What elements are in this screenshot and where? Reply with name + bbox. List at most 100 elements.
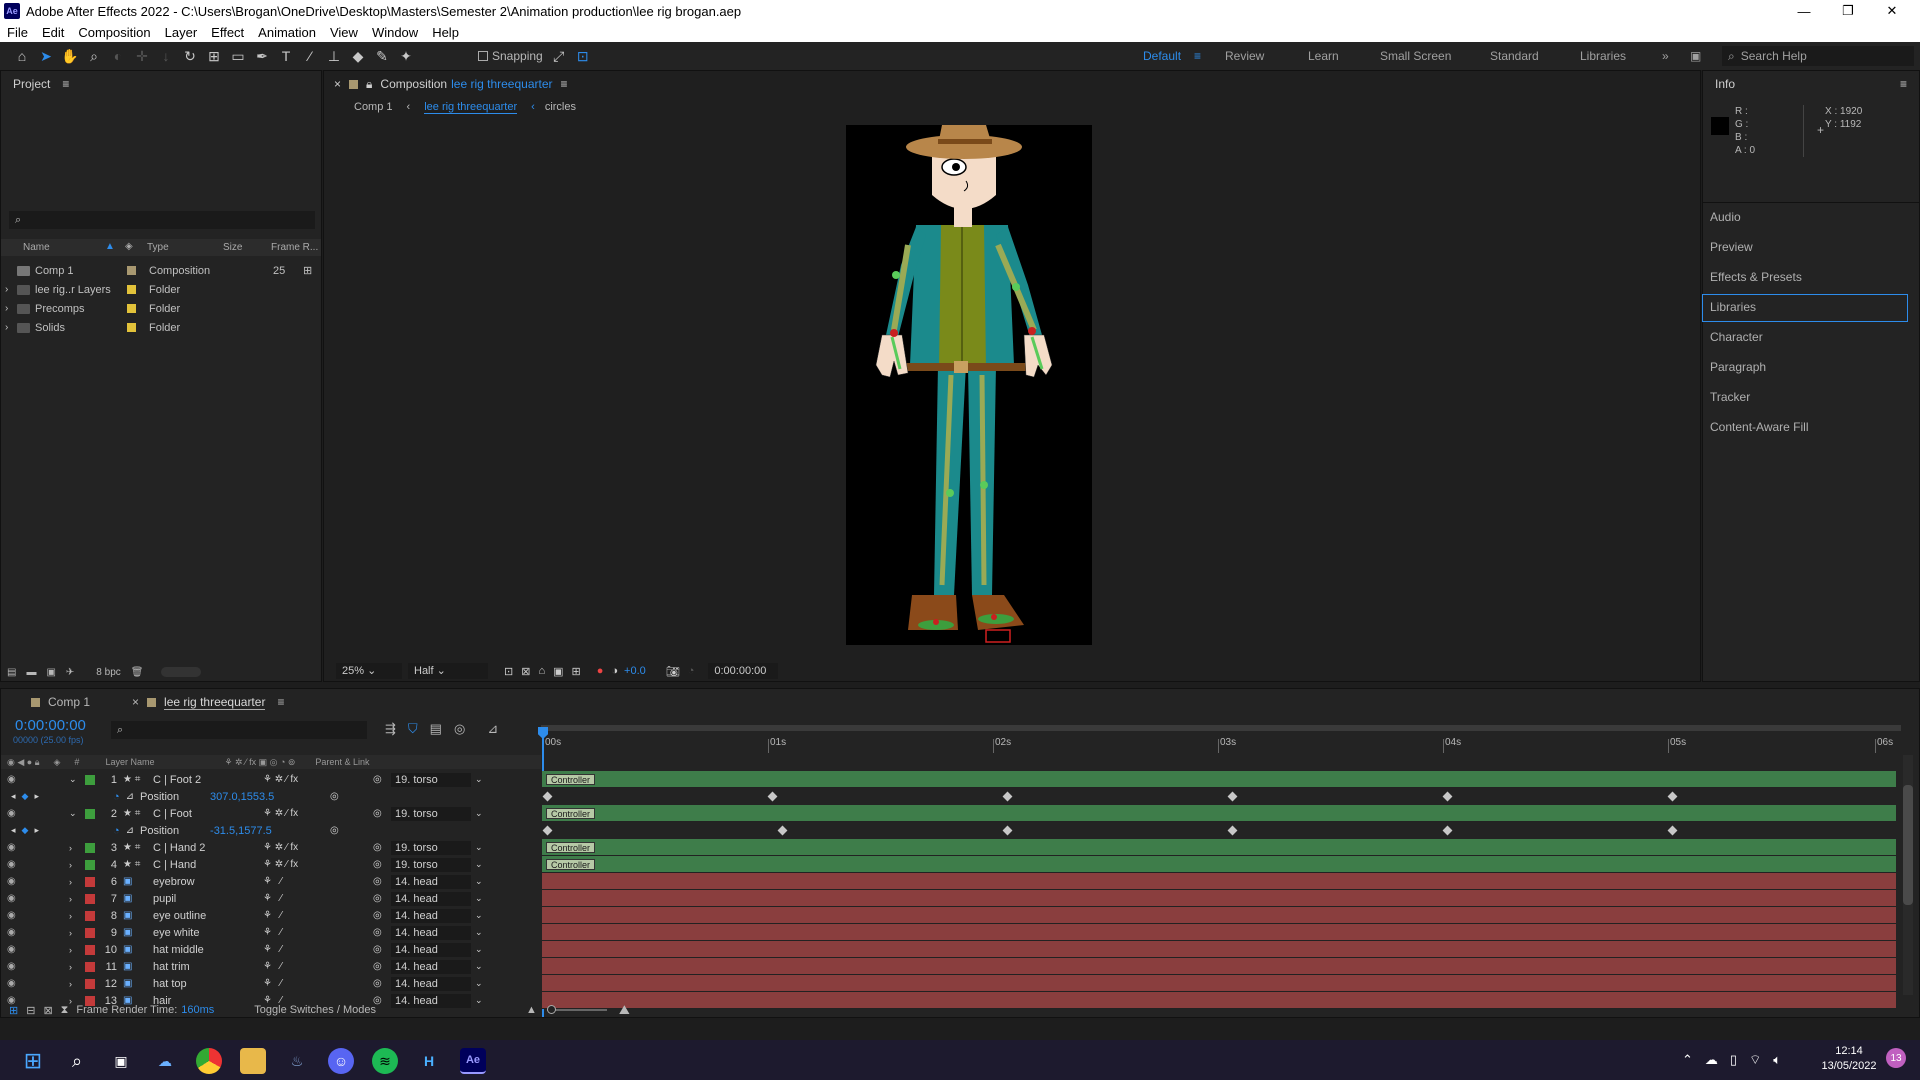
workspace-standard[interactable]: Standard: [1490, 42, 1539, 70]
layer-switches[interactable]: ⚘ ⁄: [263, 893, 373, 904]
layer-label-color[interactable]: [85, 961, 95, 972]
layer-name-header[interactable]: Layer Name: [105, 757, 154, 767]
breadcrumb-circles[interactable]: circles: [545, 101, 576, 113]
layer-duration-bar-red[interactable]: [542, 941, 1896, 958]
visibility-eye-icon[interactable]: ◉: [7, 876, 21, 887]
collapse-arrow-icon[interactable]: ⌄: [69, 808, 83, 819]
pickwhip-icon[interactable]: ◎: [373, 910, 391, 921]
volume-icon[interactable]: 🔈︎: [1773, 1052, 1781, 1068]
label-color[interactable]: [127, 285, 136, 294]
panel-preview[interactable]: Preview: [1710, 240, 1753, 254]
close-button[interactable]: ✕: [1870, 0, 1914, 22]
zoom-tool-icon[interactable]: ⌕: [82, 45, 106, 67]
label-color[interactable]: [127, 266, 136, 275]
next-keyframe-icon[interactable]: ▸: [34, 791, 39, 802]
panel-menu-icon[interactable]: ≡: [561, 77, 568, 91]
pickwhip-icon[interactable]: ◎: [373, 961, 391, 972]
parent-link-header[interactable]: Parent & Link: [315, 757, 369, 767]
panel-paragraph[interactable]: Paragraph: [1710, 360, 1766, 374]
parent-dropdown[interactable]: 14. head: [391, 976, 471, 991]
onedrive-icon[interactable]: ☁: [152, 1048, 178, 1074]
layer-switches[interactable]: ⚘ ⁄: [263, 944, 373, 955]
search-help-field[interactable]: ⌕ Search Help: [1722, 46, 1914, 66]
dolly-tool-icon[interactable]: ↓: [154, 45, 178, 67]
col-frame-rate[interactable]: Frame R...: [271, 242, 318, 253]
visibility-eye-icon[interactable]: ◉: [7, 859, 21, 870]
expand-arrow-icon[interactable]: ›: [69, 945, 83, 955]
timeline-scrollbar[interactable]: [1903, 755, 1913, 995]
pickwhip-icon[interactable]: ◎: [373, 876, 391, 887]
transparency-grid-icon[interactable]: ⊠: [521, 665, 530, 678]
panel-libraries[interactable]: Libraries: [1710, 300, 1756, 314]
layer-label-color[interactable]: [85, 859, 95, 870]
layer-row[interactable]: ◉ › 3 ★ ⌗ C | Hand 2 ⚘ ✲ ⁄ fx ◎ 19. torso ⌄: [1, 839, 541, 856]
layer-switches[interactable]: ⚘ ✲ ⁄ fx: [263, 774, 373, 785]
interpret-footage-icon[interactable]: ▤: [7, 667, 16, 678]
snapshot-icon[interactable]: 📷︎: [666, 665, 680, 678]
project-search-input[interactable]: ⌕: [9, 211, 315, 229]
menu-window[interactable]: Window: [365, 25, 425, 40]
menu-view[interactable]: View: [323, 25, 365, 40]
maximize-button[interactable]: ❐: [1826, 0, 1870, 22]
graph-icon[interactable]: ⊿: [126, 825, 134, 836]
viewer-timecode[interactable]: 0:00:00:00: [708, 663, 779, 679]
parent-dropdown[interactable]: 19. torso: [391, 857, 471, 872]
notification-badge[interactable]: 13: [1886, 1048, 1906, 1068]
expand-arrow-icon[interactable]: ›: [5, 322, 17, 333]
collapse-arrow-icon[interactable]: ›: [69, 860, 83, 870]
composition-mini-flowchart-icon[interactable]: ⇶: [385, 721, 396, 737]
expand-arrow-icon[interactable]: ›: [5, 284, 17, 295]
menu-composition[interactable]: Composition: [71, 25, 157, 40]
home-icon[interactable]: ⌂: [10, 45, 34, 67]
cloud-icon[interactable]: ☁: [1705, 1052, 1718, 1068]
render-time-toggle-icon[interactable]: ⧗: [61, 1004, 69, 1017]
menu-edit[interactable]: Edit: [35, 25, 71, 40]
pickwhip-icon[interactable]: ◎: [373, 944, 391, 955]
tab-lee-rig-threequarter[interactable]: lee rig threequarter: [164, 695, 266, 710]
collapse-arrow-icon[interactable]: ⌄: [69, 774, 83, 785]
pen-tool-icon[interactable]: ✒: [250, 45, 274, 67]
more-workspaces-icon[interactable]: »: [1662, 42, 1669, 70]
pan-tool-icon[interactable]: ✛: [130, 45, 154, 67]
expand-arrow-icon[interactable]: ›: [69, 962, 83, 972]
reset-exposure-icon[interactable]: ◑: [611, 665, 618, 677]
stopwatch-icon[interactable]: ◔: [113, 791, 120, 803]
snap-grid-icon[interactable]: ⊡: [571, 45, 595, 67]
layer-switches[interactable]: ⚘ ⁄: [263, 927, 373, 938]
layer-row[interactable]: ◉ › 8 ▣ eye outline ⚘ ⁄ ◎ 14. head ⌄: [1, 907, 541, 924]
workspace-review[interactable]: Review: [1225, 42, 1264, 70]
panel-audio[interactable]: Audio: [1710, 210, 1741, 224]
layer-row[interactable]: ◉ ⌄ 2 ★ ⌗ C | Foot ⚘ ✲ ⁄ fx ◎ 19. torso ⌄: [1, 805, 541, 822]
file-explorer-icon[interactable]: [240, 1048, 266, 1074]
timeline-zoom-slider[interactable]: [546, 1005, 607, 1014]
pickwhip-icon[interactable]: ◎: [373, 808, 391, 819]
visibility-eye-icon[interactable]: ◉: [7, 961, 21, 972]
resolution-dropdown[interactable]: Half ⌄: [408, 663, 488, 679]
workspace-libraries[interactable]: Libraries: [1580, 42, 1626, 70]
layer-label-color[interactable]: [85, 944, 95, 955]
layer-duration-bar-red[interactable]: [542, 873, 1896, 890]
pickwhip-icon[interactable]: ◎: [373, 927, 391, 938]
project-item[interactable]: Comp 1 Composition 25 ⊞: [5, 261, 321, 280]
panel-effects-presets[interactable]: Effects & Presets: [1710, 270, 1802, 284]
label-column-icon[interactable]: ◈: [125, 241, 133, 252]
clock[interactable]: 12:14 13/05/2022: [1814, 1044, 1884, 1074]
layer-switches[interactable]: ⚘ ✲ ⁄ fx: [263, 808, 373, 819]
layer-duration-bar-red[interactable]: [542, 890, 1896, 907]
collapse-arrow-icon[interactable]: ›: [69, 843, 83, 853]
puppet-pin-icon[interactable]: ✦: [394, 45, 418, 67]
breadcrumb-lee-rig[interactable]: lee rig threequarter: [424, 101, 518, 114]
spotify-icon[interactable]: ≋: [372, 1048, 398, 1074]
zoom-in-icon[interactable]: ⛰: [619, 1002, 630, 1018]
pickwhip-icon[interactable]: ◎: [373, 774, 391, 785]
composition-canvas[interactable]: [846, 125, 1092, 645]
roto-brush-icon[interactable]: ✎: [370, 45, 394, 67]
show-snapshot-icon[interactable]: ◔: [688, 665, 695, 677]
pickwhip-icon[interactable]: ◎: [330, 825, 339, 836]
layer-duration-bar-green[interactable]: [542, 805, 1896, 822]
pickwhip-icon[interactable]: ◎: [373, 978, 391, 989]
menu-effect[interactable]: Effect: [204, 25, 251, 40]
menu-file[interactable]: File: [0, 25, 35, 40]
workspace-small-screen[interactable]: Small Screen: [1380, 42, 1451, 70]
pickwhip-icon[interactable]: ◎: [330, 791, 339, 802]
